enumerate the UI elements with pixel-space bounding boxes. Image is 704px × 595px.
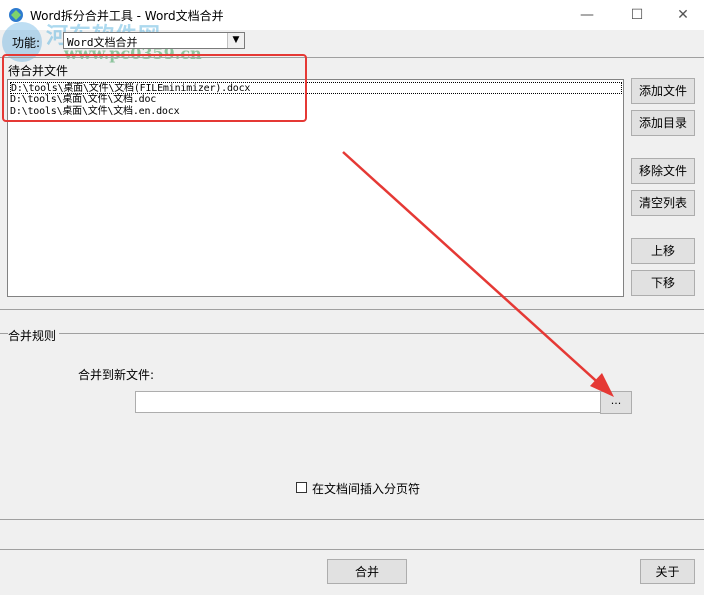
merge-button[interactable]: 合并 [327, 559, 407, 584]
divider [0, 549, 704, 550]
annotation-arrow-icon [342, 151, 614, 397]
about-button[interactable]: 关于 [640, 559, 695, 584]
